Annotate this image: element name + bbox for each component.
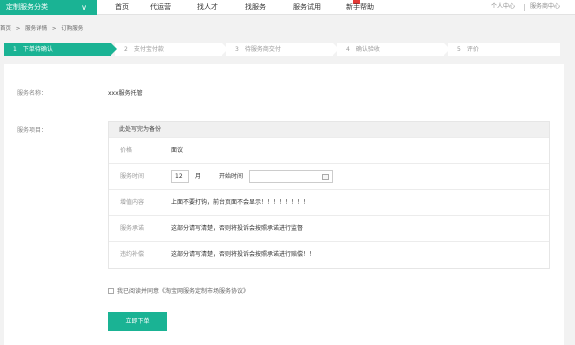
chevron-down-icon: ∨ [81, 3, 87, 12]
penalty-row: 违约补偿 这部分请写清楚，否则将投诉会按照承诺进行赔偿！！ [109, 241, 549, 267]
step-label: 确认验收 [355, 46, 380, 53]
step-label: 待服务商交付 [244, 46, 281, 53]
penalty-label: 违约补偿 [120, 251, 145, 258]
nav-find-service[interactable]: 找服务 [245, 0, 266, 15]
step-arrow [111, 43, 117, 55]
step-label: 下单待确认 [22, 46, 53, 53]
extra-label: 增值内容 [120, 199, 145, 206]
start-date-input[interactable] [249, 170, 333, 183]
extra-row: 增值内容 上面不要打钩，前台页面不会显示！！！！！！！！ [109, 189, 549, 215]
nav-find-talent[interactable]: 找人才 [197, 0, 218, 15]
promise-label: 服务承诺 [120, 225, 145, 232]
agreement-checkbox[interactable] [108, 288, 114, 294]
duration-label: 服务时间 [120, 173, 145, 180]
step-review: 5 评价 [448, 43, 560, 56]
price-row: 价格 面议 [109, 137, 549, 163]
breadcrumb: 首页 > 服务详情 > 订购服务 [0, 24, 86, 32]
nav-service-trial[interactable]: 服务试用 [293, 0, 321, 15]
agreement-text[interactable]: 我已阅读并同意《淘宝网服务定制市场服务协议》 [117, 288, 249, 295]
order-progress-steps: 1 下单待确认 2 支付宝付款 3 待服务商交付 4 确认验收 5 评价 [4, 43, 560, 56]
nav-help[interactable]: 新手帮助 [346, 0, 374, 15]
agreement-row: 我已阅读并同意《淘宝网服务定制市场服务协议》 [108, 286, 249, 295]
nav-home[interactable]: 首页 [115, 0, 129, 15]
month-unit-label: 月 [195, 173, 202, 180]
breadcrumb-current: 订购服务 [61, 26, 84, 32]
service-item-label: 服务项目： [17, 127, 48, 134]
breadcrumb-separator: > [51, 26, 57, 32]
order-form-card: 服务名称： xxx服务托管 服务项目： 此处写完为备份 价格 面议 服务时间 1… [4, 64, 564, 345]
step-arrow [222, 43, 228, 55]
step-alipay-payment: 2 支付宝付款 [115, 43, 228, 56]
service-name-value: xxx服务托管 [108, 90, 143, 97]
service-name-label: 服务名称： [17, 90, 48, 97]
step-await-delivery: 3 待服务商交付 [226, 43, 339, 56]
price-label: 价格 [120, 147, 133, 154]
nav-operation-agency[interactable]: 代运营 [150, 0, 171, 15]
breadcrumb-separator: > [15, 26, 21, 32]
step-number: 1 [13, 46, 17, 53]
step-number: 5 [457, 46, 461, 53]
extra-value: 上面不要打钩，前台页面不会显示！！！！！！！！ [171, 199, 310, 206]
step-number: 2 [124, 46, 128, 53]
service-item-table: 此处写完为备份 价格 面议 服务时间 12 月 开始时间 增值内容 上面不要打钩… [108, 121, 550, 269]
service-category-dropdown[interactable]: 定制服务分类 ∨ [0, 0, 97, 15]
user-center-link[interactable]: 个人中心 [491, 0, 515, 15]
provider-center-link[interactable]: 服务商中心 [530, 0, 560, 15]
start-time-label: 开始时间 [219, 173, 244, 180]
calendar-icon[interactable] [322, 174, 329, 180]
step-confirm-acceptance: 4 确认验收 [337, 43, 450, 56]
table-title: 此处写完为备份 [109, 122, 549, 137]
step-arrow [444, 43, 450, 55]
promise-value: 这部分请写清楚，否则将投诉会按照承诺进行监督 [171, 225, 304, 232]
month-input[interactable]: 12 [171, 170, 189, 183]
price-value: 面议 [171, 147, 184, 154]
penalty-value: 这部分请写清楚，否则将投诉会按照承诺进行赔偿！！ [171, 251, 316, 258]
promise-row: 服务承诺 这部分请写清楚，否则将投诉会按照承诺进行监督 [109, 215, 549, 241]
step-number: 4 [346, 46, 350, 53]
step-number: 3 [235, 46, 239, 53]
breadcrumb-service-detail[interactable]: 服务详情 [25, 26, 47, 32]
top-navigation-bar: 定制服务分类 ∨ 首页 代运营 找人才 找服务 服务试用 新手帮助 个人中心 服… [0, 0, 575, 15]
top-divider [524, 4, 525, 11]
breadcrumb-home[interactable]: 首页 [0, 26, 11, 32]
submit-order-button[interactable]: 立即下单 [108, 312, 167, 331]
step-pending-confirm: 1 下单待确认 [4, 43, 117, 56]
step-label: 支付宝付款 [133, 46, 164, 53]
category-button-label: 定制服务分类 [6, 3, 48, 11]
step-arrow [333, 43, 339, 55]
duration-row: 服务时间 12 月 开始时间 [109, 163, 549, 189]
step-label: 评价 [466, 46, 479, 53]
